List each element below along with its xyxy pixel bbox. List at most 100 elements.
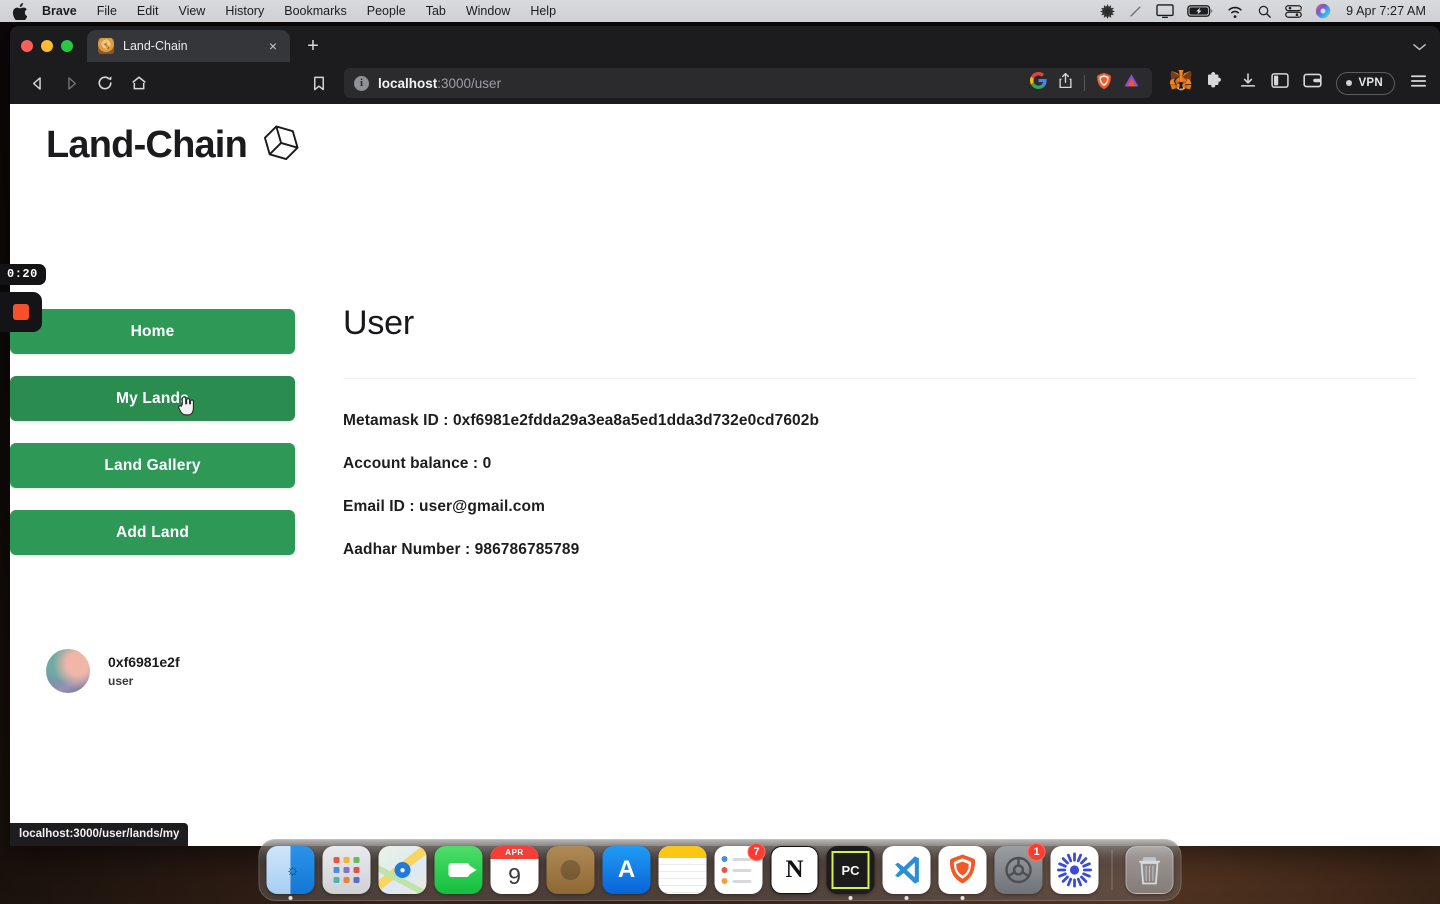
close-icon[interactable]: ×	[264, 37, 282, 55]
maximize-window-button[interactable]	[61, 40, 73, 52]
dock-item-maps[interactable]: ●	[378, 846, 427, 894]
facetime-icon	[434, 846, 483, 894]
url-host: localhost	[378, 75, 438, 91]
tab-title: Land-Chain	[123, 39, 188, 53]
dock-item-vscode[interactable]	[882, 846, 931, 900]
divider	[343, 378, 1417, 379]
search-icon[interactable]	[1257, 4, 1272, 19]
dock-item-calendar[interactable]: APR 9	[490, 846, 539, 894]
dock-item-pycharm[interactable]: PC	[826, 846, 875, 900]
toolbar-extension-area: VPN	[1152, 68, 1428, 96]
zotero-icon	[1050, 846, 1099, 894]
brave-wallet-icon[interactable]	[1303, 72, 1323, 94]
vpn-status-dot	[1346, 80, 1353, 86]
dock-item-zotero[interactable]	[1050, 846, 1099, 894]
close-window-button[interactable]	[21, 40, 33, 52]
dock-item-app-store[interactable]: A	[602, 846, 651, 894]
info-icon[interactable]: i	[354, 75, 369, 91]
sidebar-item-add-land[interactable]: Add Land	[10, 510, 295, 555]
dock-item-notion[interactable]: N	[770, 846, 819, 894]
dock-item-brave[interactable]	[938, 846, 987, 900]
dock-item-facetime[interactable]	[434, 846, 483, 894]
wifi-icon[interactable]	[1226, 4, 1244, 18]
menu-item-file[interactable]: File	[87, 0, 127, 22]
reload-icon[interactable]	[90, 68, 120, 98]
app-store-icon: A	[602, 846, 651, 894]
gear-icon[interactable]	[1100, 4, 1115, 19]
dock-item-notes[interactable]	[658, 846, 707, 894]
launchpad-icon	[322, 846, 371, 894]
menu-item-brave[interactable]: Brave	[36, 0, 87, 22]
menu-item-bookmarks[interactable]: Bookmarks	[274, 0, 357, 22]
page-title: User	[343, 304, 414, 342]
google-lens-icon[interactable]	[1030, 72, 1048, 94]
brave-icon	[938, 846, 987, 894]
sidebar-panel-icon[interactable]	[1271, 72, 1290, 94]
status-badge: 1	[1027, 843, 1046, 861]
recording-stop-button[interactable]	[0, 292, 42, 332]
home-icon[interactable]	[124, 68, 154, 98]
menu-item-help[interactable]: Help	[520, 0, 566, 22]
status-badge: 7	[747, 843, 766, 861]
sidebar-item-home[interactable]: Home	[10, 309, 295, 354]
browser-toolbar: i localhost:3000/user VPN	[10, 62, 1440, 104]
menu-item-window[interactable]: Window	[456, 0, 520, 22]
dock-item-launchpad[interactable]	[322, 846, 371, 894]
minimize-window-button[interactable]	[41, 40, 53, 52]
bookmark-icon[interactable]	[304, 68, 334, 98]
dock-item-reminders[interactable]: 7	[714, 843, 766, 894]
calendar-month: APR	[490, 846, 539, 859]
hamburger-menu-icon[interactable]	[1409, 73, 1428, 94]
menu-item-view[interactable]: View	[168, 0, 215, 22]
sidebar-nav-list: Home My Lands Land Gallery Add Land	[10, 309, 295, 577]
vpn-label: VPN	[1358, 77, 1383, 89]
divider	[1084, 75, 1086, 91]
trash-icon	[1125, 846, 1174, 894]
brave-shields-icon[interactable]	[1096, 72, 1112, 95]
control-center-icon[interactable]	[1285, 4, 1303, 19]
pycharm-icon: PC	[826, 846, 875, 894]
url-bar[interactable]: i localhost:3000/user	[344, 68, 1153, 98]
chevron-down-icon[interactable]	[1413, 42, 1426, 54]
running-indicator	[288, 896, 293, 900]
vscode-icon	[882, 846, 931, 894]
dock-item-contacts[interactable]	[546, 846, 595, 894]
metamask-fox-icon[interactable]	[1169, 68, 1193, 96]
menu-item-tab[interactable]: Tab	[416, 0, 456, 22]
back-arrow-icon[interactable]	[22, 68, 52, 98]
desktop: Brave File Edit View History Bookmarks P…	[0, 0, 1440, 904]
stop-square-icon	[13, 304, 29, 320]
field-aadhar-number: Aadhar Number : 986786785789	[343, 541, 580, 558]
siri-icon[interactable]	[1315, 3, 1331, 19]
dock-item-trash[interactable]	[1125, 846, 1174, 894]
sidebar-item-my-lands[interactable]: My Lands	[10, 376, 295, 421]
vpn-button[interactable]: VPN	[1336, 71, 1395, 95]
extensions-puzzle-icon[interactable]	[1206, 71, 1225, 95]
downloads-icon[interactable]	[1239, 72, 1257, 95]
dock: ☼ ● APR 9 A 7 N PC 1	[258, 839, 1182, 901]
dock-item-system-settings[interactable]: 1	[994, 843, 1046, 894]
url-text: localhost:3000/user	[378, 76, 501, 91]
apple-logo-icon[interactable]	[12, 2, 36, 20]
menu-item-people[interactable]: People	[357, 0, 416, 22]
field-account-balance: Account balance : 0	[343, 455, 492, 472]
calendar-day: 9	[508, 863, 521, 889]
battery-charging-icon[interactable]	[1187, 4, 1213, 18]
forward-arrow-icon[interactable]	[56, 68, 86, 98]
menu-item-edit[interactable]: Edit	[127, 0, 169, 22]
page-viewport: Land-Chain Home My Lands Land Gallery Ad…	[10, 104, 1440, 846]
menu-bar-clock[interactable]: 9 Apr 7:27 AM	[1346, 4, 1426, 18]
brave-browser-window: 🤸 Land-Chain × + i localhost:3000/user V…	[10, 26, 1440, 846]
profile-card[interactable]: 0xf6981e2f user	[46, 649, 180, 693]
share-icon[interactable]	[1058, 72, 1073, 94]
menu-item-history[interactable]: History	[215, 0, 274, 22]
new-tab-button[interactable]: +	[298, 31, 328, 61]
dock-item-finder[interactable]: ☼	[266, 846, 315, 900]
tab-strip: 🤸 Land-Chain × +	[10, 26, 1440, 62]
scissors-slash-icon[interactable]	[1128, 4, 1143, 19]
sidebar-item-land-gallery[interactable]: Land Gallery	[10, 443, 295, 488]
tab-land-chain[interactable]: 🤸 Land-Chain ×	[87, 30, 290, 62]
running-indicator	[848, 896, 853, 900]
display-icon[interactable]	[1156, 3, 1174, 19]
brave-rewards-icon[interactable]	[1123, 73, 1140, 93]
